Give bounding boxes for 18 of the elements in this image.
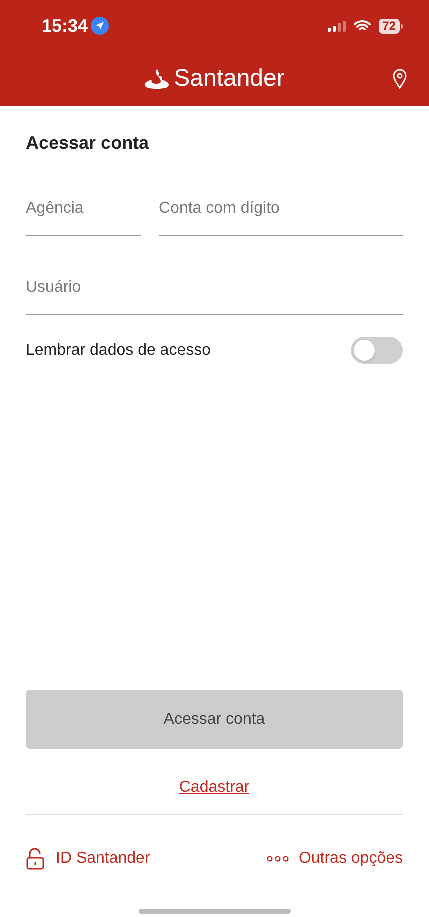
location-pin-icon[interactable] <box>393 69 407 89</box>
signal-icon <box>328 20 346 32</box>
input-field[interactable]: Agência <box>26 157 141 236</box>
wifi-icon <box>354 20 371 32</box>
input-field[interactable]: Conta com dígito <box>159 157 403 236</box>
footer-link[interactable]: Outras opções <box>266 847 403 871</box>
remember-toggle[interactable] <box>351 337 403 364</box>
page-title: Acessar conta <box>26 132 150 155</box>
lock-icon <box>26 848 46 870</box>
more-dots-icon <box>266 856 289 862</box>
flame-logo-icon <box>144 68 170 90</box>
register-link[interactable]: Cadastrar <box>179 776 250 800</box>
input-field[interactable]: Usuário <box>26 236 403 315</box>
status-time: 15:34 <box>42 14 88 38</box>
remember-label: Lembrar dados de acesso <box>26 340 211 360</box>
footer-link[interactable]: ID Santander <box>26 847 150 871</box>
battery-level: 72 <box>378 18 400 34</box>
logo-wordmark: Santander <box>174 67 285 91</box>
